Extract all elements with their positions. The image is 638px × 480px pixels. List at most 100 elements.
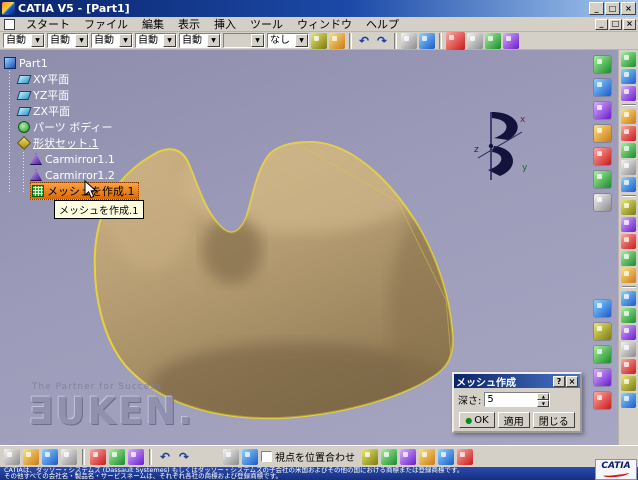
right-tool-icon[interactable] (621, 359, 636, 374)
3d-viewport[interactable]: Part1 XY平面 YZ平面 ZX平面 パーツ ボディー 形状セット.1 Ca… (0, 50, 618, 445)
depth-input[interactable] (485, 393, 538, 406)
undo-icon[interactable]: ↶ (157, 449, 173, 465)
viewport-tool-icon[interactable] (594, 56, 611, 73)
close-button[interactable]: × (621, 2, 636, 15)
graph-icon[interactable] (419, 448, 435, 465)
open-folder-icon[interactable] (23, 448, 39, 465)
right-tool-icon[interactable] (621, 69, 636, 84)
viewport-tool-icon[interactable] (594, 194, 611, 211)
apply-button[interactable]: 適用 (497, 412, 530, 428)
right-tool-icon[interactable] (621, 325, 636, 340)
viewport-tool-icon[interactable] (594, 369, 611, 386)
axis-system-icon[interactable] (438, 448, 454, 465)
right-tool-icon[interactable] (621, 143, 636, 158)
tree-node-geometrical-set[interactable]: 形状セット.1 (4, 135, 139, 151)
copy-icon[interactable] (109, 448, 125, 465)
spin-up-icon[interactable]: ▲ (537, 393, 550, 400)
viewport-tool-icon[interactable] (594, 300, 611, 317)
right-tool-icon[interactable] (621, 86, 636, 101)
catalog-icon[interactable] (400, 448, 416, 465)
viewport-tool-icon[interactable] (594, 171, 611, 188)
chevron-down-icon[interactable]: ▼ (163, 34, 176, 47)
print-icon[interactable] (61, 448, 77, 465)
right-tool-icon[interactable] (621, 393, 636, 408)
right-tool-icon[interactable] (621, 308, 636, 323)
menu-view[interactable]: 表示 (171, 17, 207, 32)
menu-tools[interactable]: ツール (243, 17, 290, 32)
fly-mode-compass-icon[interactable] (446, 31, 465, 50)
tree-node-xy-plane[interactable]: XY平面 (4, 71, 139, 87)
chevron-down-icon[interactable]: ▼ (295, 34, 308, 47)
tree-node-part1[interactable]: Part1 (4, 55, 139, 71)
lighting-icon[interactable] (419, 32, 435, 49)
menu-start[interactable]: スタート (19, 17, 77, 32)
chevron-down-icon[interactable]: ▼ (119, 34, 132, 47)
graphic-properties-combo-4[interactable]: 自動 ▼ (135, 33, 177, 48)
save-icon[interactable] (42, 448, 58, 465)
right-tool-icon[interactable] (621, 126, 636, 141)
paint-brush-icon[interactable] (329, 32, 345, 49)
viewport-tool-icon[interactable] (594, 148, 611, 165)
graphic-properties-combo-1[interactable]: 自動 ▼ (3, 33, 45, 48)
camera-view-icon[interactable] (401, 32, 417, 49)
graphic-properties-combo-5[interactable]: 自動 ▼ (179, 33, 221, 48)
menu-edit[interactable]: 編集 (135, 17, 171, 32)
tree-node-carmirror1-1[interactable]: Carmirror1.1 (4, 151, 139, 167)
menu-file[interactable]: ファイル (77, 17, 135, 32)
viewport-tool-icon[interactable] (594, 102, 611, 119)
right-tool-icon[interactable] (621, 291, 636, 306)
maximize-button[interactable]: □ (605, 2, 620, 15)
graphic-properties-combo-3[interactable]: 自動 ▼ (91, 33, 133, 48)
close-dialog-button[interactable]: 閉じる (532, 412, 575, 428)
mdi-close-button[interactable]: × (623, 18, 636, 30)
mdi-restore-button[interactable]: □ (609, 18, 622, 30)
minimize-button[interactable]: _ (589, 2, 604, 15)
spin-down-icon[interactable]: ▼ (537, 400, 550, 407)
right-tool-icon[interactable] (621, 376, 636, 391)
right-tool-icon[interactable] (621, 234, 636, 249)
paste-icon[interactable] (128, 448, 144, 465)
right-tool-icon[interactable] (621, 109, 636, 124)
glasses-view-icon[interactable] (223, 448, 239, 465)
ok-button[interactable]: ● OK (459, 412, 495, 428)
dialog-close-icon[interactable]: × (566, 375, 578, 387)
palette-icon[interactable] (457, 448, 473, 465)
fly-through-icon[interactable] (242, 448, 258, 465)
tree-node-carmirror1-2[interactable]: Carmirror1.2 (4, 167, 139, 183)
right-tool-icon[interactable] (621, 342, 636, 357)
analysis-icon[interactable] (485, 32, 501, 49)
formula-fx-icon[interactable] (362, 448, 378, 465)
viewport-tool-icon[interactable] (594, 125, 611, 142)
tree-node-yz-plane[interactable]: YZ平面 (4, 87, 139, 103)
viewport-tool-icon[interactable] (594, 79, 611, 96)
right-tool-icon[interactable] (621, 160, 636, 175)
cut-icon[interactable] (90, 448, 106, 465)
graphic-properties-combo-2[interactable]: 自動 ▼ (47, 33, 89, 48)
right-tool-icon[interactable] (621, 268, 636, 283)
tree-node-zx-plane[interactable]: ZX平面 (4, 103, 139, 119)
menu-insert[interactable]: 挿入 (207, 17, 243, 32)
measure-icon[interactable] (381, 448, 397, 465)
chevron-down-icon[interactable]: ▼ (75, 34, 88, 47)
render-style-combo[interactable]: なし ▼ (267, 33, 309, 48)
mdi-minimize-button[interactable]: _ (595, 18, 608, 30)
viewport-tool-icon[interactable] (594, 346, 611, 363)
menu-help[interactable]: ヘルプ (359, 17, 406, 32)
viewport-tool-icon[interactable] (594, 323, 611, 340)
tree-node-partbody[interactable]: パーツ ボディー (4, 119, 139, 135)
align-viewpoint-checkbox[interactable] (261, 451, 272, 462)
right-tool-icon[interactable] (621, 217, 636, 232)
pen-icon[interactable] (311, 32, 327, 49)
right-tool-icon[interactable] (621, 52, 636, 67)
menu-window[interactable]: ウィンドウ (290, 17, 359, 32)
right-tool-icon[interactable] (621, 251, 636, 266)
undo-icon[interactable]: ↶ (356, 33, 372, 49)
chevron-down-icon[interactable]: ▼ (207, 34, 220, 47)
redo-icon[interactable]: ↷ (374, 33, 390, 49)
redo-icon[interactable]: ↷ (176, 449, 192, 465)
viewport-tool-icon[interactable] (594, 392, 611, 409)
right-tool-icon[interactable] (621, 177, 636, 192)
3d-compass[interactable]: x y z (470, 108, 532, 190)
tree-node-create-mesh-selected[interactable]: メッシュを作成.1 (4, 182, 139, 200)
right-tool-icon[interactable] (621, 200, 636, 215)
